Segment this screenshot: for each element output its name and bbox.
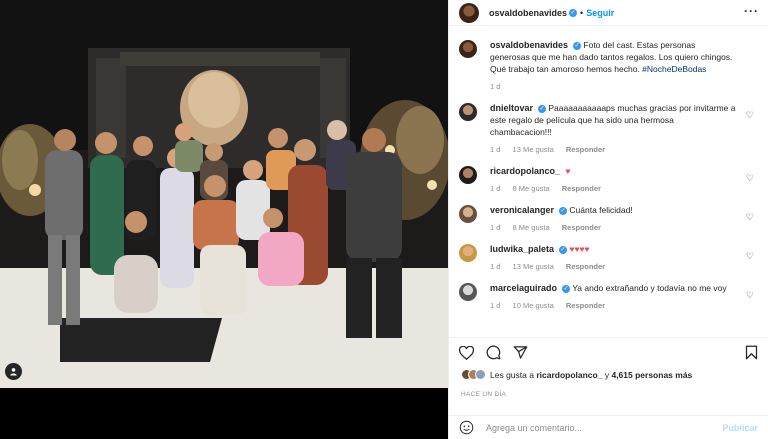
comment-input[interactable] — [486, 422, 723, 433]
comment-username[interactable]: dnieltovar — [490, 103, 533, 113]
caption: osvaldobenavides ✓ Foto del cast. Estas p… — [459, 39, 758, 93]
post-side-panel: osvaldobenavides ✓ • Seguir ··· osvaldob… — [448, 0, 768, 439]
heart-icon[interactable]: ♡ — [746, 290, 754, 301]
avatar — [475, 369, 486, 380]
comment-likes[interactable]: 8 Me gusta — [513, 184, 550, 193]
post-header: osvaldobenavides ✓ • Seguir ··· — [449, 0, 768, 26]
bookmark-icon[interactable] — [745, 345, 758, 360]
heart-icon[interactable]: ♡ — [746, 173, 754, 184]
heart-icon[interactable]: ♡ — [746, 212, 754, 223]
avatar[interactable] — [459, 205, 477, 223]
comment-username[interactable]: veronicalanger — [490, 205, 554, 215]
heart-icon[interactable]: ♡ — [746, 110, 754, 121]
verified-badge-icon: ✓ — [573, 41, 582, 50]
avatar[interactable] — [459, 166, 477, 184]
verified-badge-icon: ✓ — [569, 8, 578, 17]
separator-dot: • — [580, 7, 584, 18]
comment-likes[interactable]: 13 Me gusta — [513, 145, 554, 154]
likes-mid: y — [604, 369, 610, 380]
reply-button[interactable]: Responder — [566, 145, 605, 154]
avatar[interactable] — [459, 283, 477, 301]
follow-button[interactable]: Seguir — [586, 8, 614, 18]
publish-button[interactable]: Publicar — [722, 423, 758, 433]
post-timestamp: HACE UN DÍA — [461, 391, 507, 398]
comment-item: dnieltovar ✓ Paaaaaaaaaaaps muchas gracia… — [459, 102, 758, 156]
emoji-icon[interactable] — [459, 420, 474, 435]
comment-username[interactable]: ricardopolanco_ — [490, 166, 560, 176]
comment-text: Ya ando extrañando y todavía no me voy — [572, 283, 727, 293]
comment-time: 1 d — [490, 145, 501, 154]
comment-text: Cuánta felicidad! — [569, 205, 633, 215]
comment-likes[interactable]: 8 Me gusta — [513, 223, 550, 232]
comment-item: ludwika_paleta ✓ ♥♥♥♥ 1 d 13 Me gusta Res… — [459, 243, 758, 273]
comment-text: ♥ — [565, 166, 571, 176]
verified-badge-icon: ✓ — [562, 284, 571, 293]
verified-badge-icon: ✓ — [559, 245, 568, 254]
comment-time: 1 d — [490, 223, 501, 232]
user-tag-icon — [10, 368, 17, 376]
comment-time: 1 d — [490, 184, 501, 193]
likes-user[interactable]: ricardopolanco_ — [536, 370, 602, 380]
reply-button[interactable]: Responder — [562, 223, 601, 232]
comment-item: veronicalanger ✓ Cuánta felicidad! 1 d 8 … — [459, 204, 758, 234]
reply-button[interactable]: Responder — [562, 184, 601, 193]
share-icon[interactable] — [513, 345, 528, 360]
likes-summary: Les gusta a ricardopolanco_ y 4,615 pers… — [461, 369, 692, 380]
comment-time: 1 d — [490, 301, 501, 310]
hashtag-link[interactable]: #NocheDeBodas — [642, 64, 706, 74]
comment-username[interactable]: ludwika_paleta — [490, 244, 554, 254]
comment-text: ♥♥♥♥ — [569, 244, 590, 254]
caption-time: 1 d — [490, 82, 501, 91]
comment-likes[interactable]: 13 Me gusta — [513, 262, 554, 271]
cast-photo — [0, 0, 448, 439]
comment-username[interactable]: marcelaguirado — [490, 283, 557, 293]
comment-item: marcelaguirado ✓ Ya ando extrañando y tod… — [459, 282, 758, 312]
more-options-icon[interactable]: ··· — [744, 5, 759, 17]
action-bar — [449, 337, 768, 367]
verified-badge-icon: ✓ — [538, 104, 547, 113]
verified-badge-icon: ✓ — [559, 206, 568, 215]
avatar[interactable] — [459, 244, 477, 262]
reply-button[interactable]: Responder — [566, 301, 605, 310]
avatar[interactable] — [459, 40, 477, 58]
comment-time: 1 d — [490, 262, 501, 271]
avatar[interactable] — [459, 103, 477, 121]
avatar[interactable] — [459, 2, 479, 23]
likes-prefix: Les gusta a — [490, 369, 534, 380]
user-tag-button[interactable] — [5, 363, 22, 380]
comment-likes[interactable]: 10 Me gusta — [513, 301, 554, 310]
comment-composer: Publicar — [449, 415, 768, 439]
reply-button[interactable]: Responder — [566, 262, 605, 271]
heart-icon[interactable]: ♡ — [746, 251, 754, 262]
comment-icon[interactable] — [486, 345, 501, 360]
comments-list[interactable]: osvaldobenavides ✓ Foto del cast. Estas p… — [449, 27, 768, 335]
likes-count[interactable]: 4,615 personas más — [611, 370, 692, 380]
post-username[interactable]: osvaldobenavides — [489, 8, 567, 18]
comment-item: ricardopolanco_ ♥ 1 d 8 Me gusta Respond… — [459, 165, 758, 195]
post-image[interactable] — [0, 0, 448, 439]
caption-username[interactable]: osvaldobenavides — [490, 40, 568, 50]
heart-icon[interactable] — [459, 345, 474, 360]
